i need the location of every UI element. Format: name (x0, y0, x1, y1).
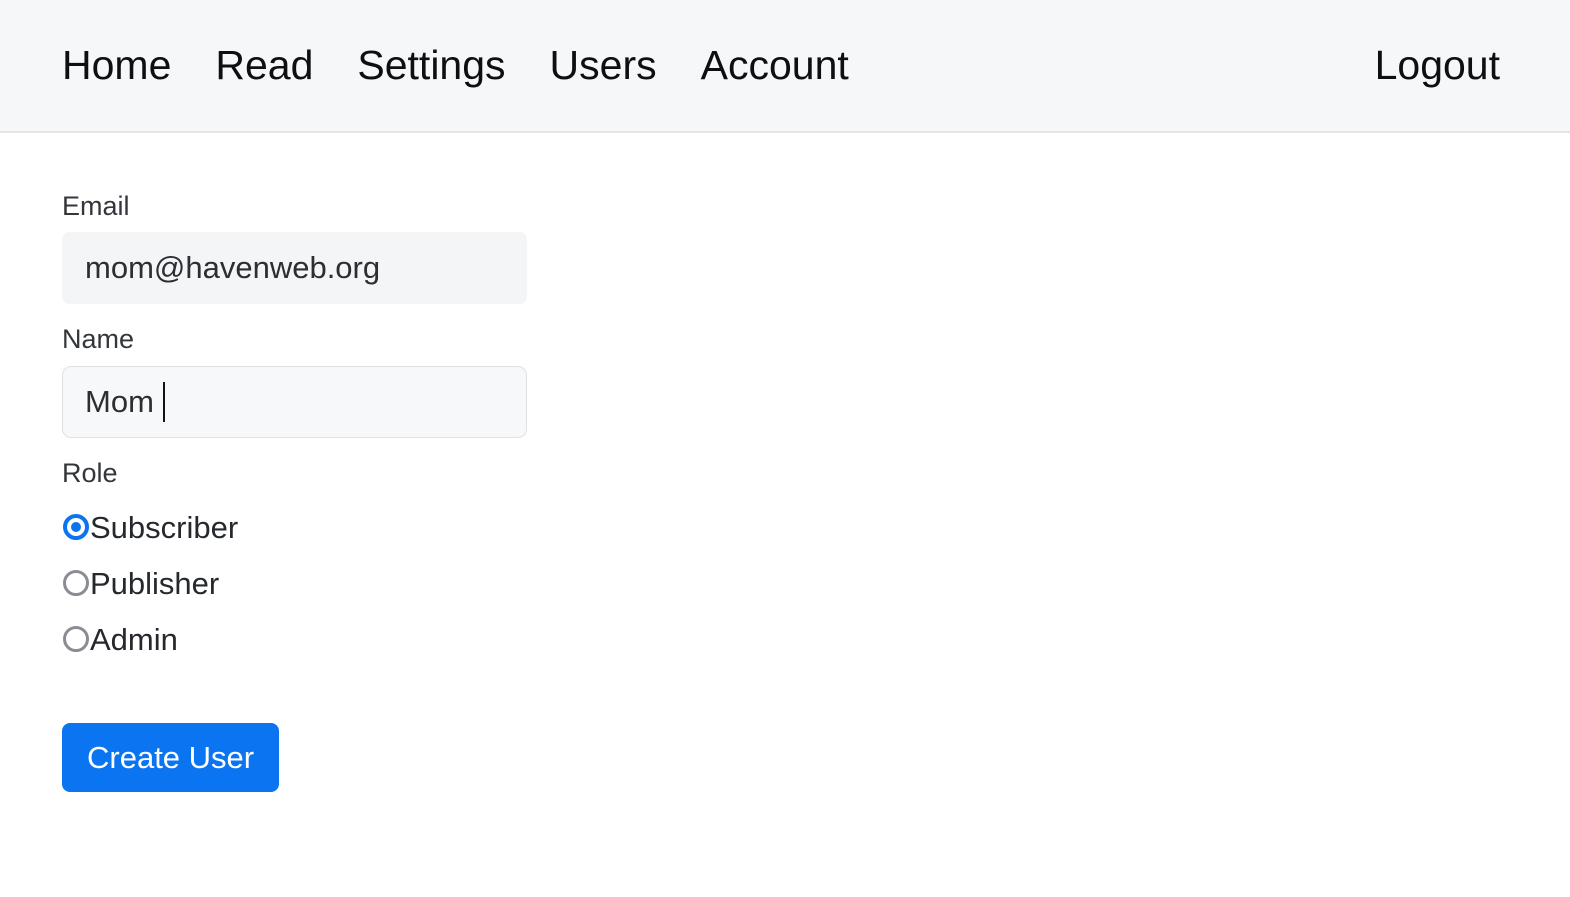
role-option-publisher-label[interactable]: Publisher (90, 568, 219, 599)
radio-admin-icon[interactable] (63, 626, 89, 653)
name-label: Name (62, 324, 135, 355)
nav-link-logout[interactable]: Logout (1375, 45, 1500, 86)
role-option-subscriber-label[interactable]: Subscriber (90, 512, 238, 543)
navbar-secondary-links: Logout (1375, 45, 1500, 86)
role-option-admin-label[interactable]: Admin (90, 624, 178, 655)
role-option-subscriber[interactable]: Subscriber (63, 499, 1570, 555)
name-field-group: Name (62, 323, 1570, 438)
nav-link-read[interactable]: Read (215, 45, 313, 86)
role-option-publisher[interactable]: Publisher (63, 555, 1570, 611)
radio-subscriber-icon[interactable] (63, 514, 89, 541)
top-navbar: Home Read Settings Users Account Logout (0, 0, 1570, 133)
role-radio-group: Subscriber Publisher Admin (62, 499, 1570, 667)
nav-link-account[interactable]: Account (701, 45, 849, 86)
nav-link-users[interactable]: Users (550, 45, 657, 86)
role-option-admin[interactable]: Admin (63, 611, 1570, 667)
role-field-group: Role Subscriber Publisher Admin (62, 457, 1570, 667)
email-field-group: Email (62, 190, 1570, 305)
role-label: Role (62, 457, 118, 488)
radio-publisher-icon[interactable] (63, 570, 89, 597)
create-user-button[interactable]: Create User (62, 723, 280, 793)
text-caret (163, 381, 165, 422)
nav-link-settings[interactable]: Settings (357, 45, 505, 86)
email-input[interactable] (62, 232, 527, 305)
create-user-form: Email Name Role Subscriber Publisher Adm… (0, 133, 1570, 793)
name-input[interactable] (62, 365, 527, 438)
email-label: Email (62, 191, 130, 221)
nav-link-home[interactable]: Home (62, 45, 171, 86)
name-input-wrapper (62, 365, 527, 438)
navbar-primary-links: Home Read Settings Users Account (62, 45, 849, 86)
